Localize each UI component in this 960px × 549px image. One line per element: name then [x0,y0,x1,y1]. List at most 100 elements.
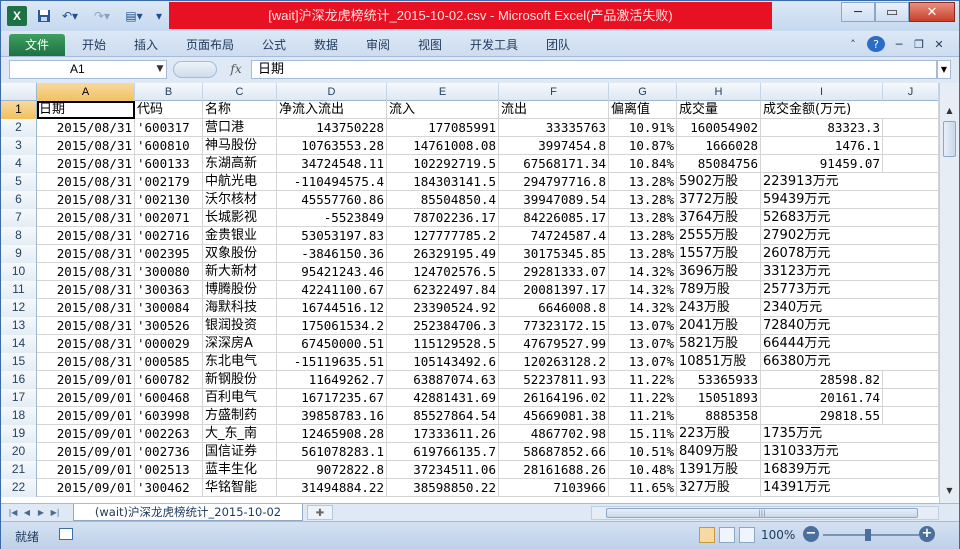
column-header-j[interactable]: J [883,83,939,101]
cell[interactable]: 63887074.63 [387,371,499,389]
cell[interactable]: 百利电气 [203,389,277,407]
cell[interactable]: 神马股份 [203,137,277,155]
cell[interactable]: 20161.74 [761,389,883,407]
cell[interactable]: 10.84% [609,155,677,173]
cell[interactable]: 45669081.38 [499,407,609,425]
cell[interactable]: 2015/09/01 [37,389,135,407]
cell[interactable]: 1666028 [677,137,761,155]
cell[interactable]: 2015/08/31 [37,317,135,335]
cell[interactable]: 11.22% [609,371,677,389]
cell[interactable]: 13.07% [609,317,677,335]
cell[interactable]: 42881431.69 [387,389,499,407]
cell[interactable]: 29281333.07 [499,263,609,281]
undo-icon[interactable]: ↶▾ [57,6,83,26]
customize-qat-icon[interactable]: ▾ [153,6,165,26]
cell[interactable] [883,353,939,371]
cell[interactable]: '002513 [135,461,203,479]
cell[interactable]: 11.65% [609,479,677,497]
row-header[interactable]: 13 [1,317,37,335]
column-header-a[interactable]: A [37,83,135,101]
cell[interactable]: 偏离值 [609,101,677,119]
cell[interactable]: 27902万元 [761,227,883,245]
cell[interactable]: 2015/09/01 [37,479,135,497]
cell[interactable]: 大_东_南 [203,425,277,443]
cell[interactable]: 4867702.98 [499,425,609,443]
cell[interactable]: 20081397.17 [499,281,609,299]
cell[interactable]: 13.07% [609,335,677,353]
workbook-restore-icon[interactable]: ❐ [911,36,927,52]
cell[interactable]: 蓝丰生化 [203,461,277,479]
cell[interactable]: 105143492.6 [387,353,499,371]
ribbon-collapse-icon[interactable]: ˄ [845,36,861,52]
cell[interactable]: 175061534.2 [277,317,387,335]
cell[interactable]: 31494884.22 [277,479,387,497]
formula-input[interactable]: 日期 [251,60,937,79]
cell[interactable]: 成交金额(万元) [761,101,883,119]
cell[interactable]: 流入 [387,101,499,119]
row-header[interactable]: 16 [1,371,37,389]
cell[interactable]: 53053197.83 [277,227,387,245]
column-header-d[interactable]: D [277,83,387,101]
column-header-i[interactable]: I [761,83,883,101]
cell[interactable]: 66380万元 [761,353,883,371]
cell[interactable]: 13.28% [609,191,677,209]
cell[interactable]: -5523849 [277,209,387,227]
excel-app-icon[interactable]: X [7,6,27,26]
cell[interactable]: 方盛制药 [203,407,277,425]
row-header[interactable]: 9 [1,245,37,263]
cell[interactable]: 84226085.17 [499,209,609,227]
cell[interactable]: 72840万元 [761,317,883,335]
cell[interactable]: 14.32% [609,299,677,317]
cell[interactable]: 10763553.28 [277,137,387,155]
cell[interactable]: '002736 [135,443,203,461]
row-header[interactable]: 4 [1,155,37,173]
first-sheet-icon[interactable]: |◀ [7,506,19,519]
cell[interactable]: '603998 [135,407,203,425]
cell[interactable]: 85084756 [677,155,761,173]
cell[interactable]: 银润投资 [203,317,277,335]
cell[interactable]: '002130 [135,191,203,209]
cell[interactable]: 新大新材 [203,263,277,281]
cell[interactable]: 2015/08/31 [37,335,135,353]
cell[interactable]: '600133 [135,155,203,173]
cell[interactable]: '600468 [135,389,203,407]
tab-home[interactable]: 开始 [73,34,115,56]
row-header[interactable]: 2 [1,119,37,137]
tab-view[interactable]: 视图 [409,34,451,56]
cell[interactable]: 26078万元 [761,245,883,263]
row-header[interactable]: 5 [1,173,37,191]
cell[interactable] [883,443,939,461]
cell[interactable]: 13.07% [609,353,677,371]
row-header[interactable]: 18 [1,407,37,425]
cell[interactable]: 1476.1 [761,137,883,155]
cell[interactable]: 243万股 [677,299,761,317]
cell[interactable]: 营口港 [203,119,277,137]
minimize-button[interactable]: ─ [841,2,875,22]
cell[interactable]: 33123万元 [761,263,883,281]
cell[interactable]: '600810 [135,137,203,155]
scroll-down-icon[interactable]: ▼ [942,483,957,499]
row-header[interactable]: 7 [1,209,37,227]
cell[interactable] [883,281,939,299]
cell[interactable]: 52237811.93 [499,371,609,389]
cell[interactable]: 85504850.4 [387,191,499,209]
cell[interactable] [883,101,939,119]
cell[interactable]: 10851万股 [677,353,761,371]
tab-review[interactable]: 审阅 [357,34,399,56]
cell[interactable]: '300084 [135,299,203,317]
cell[interactable]: 13.28% [609,209,677,227]
cell[interactable]: '002395 [135,245,203,263]
cell[interactable]: 95421243.46 [277,263,387,281]
cell[interactable]: 67450000.51 [277,335,387,353]
column-header-e[interactable]: E [387,83,499,101]
cell[interactable]: 127777785.2 [387,227,499,245]
cell[interactable]: 2015/08/31 [37,191,135,209]
cell[interactable]: 14391万元 [761,479,883,497]
cell[interactable]: 91459.07 [761,155,883,173]
cell[interactable]: 华铭智能 [203,479,277,497]
vertical-scrollbar[interactable]: ▲ ▼ [939,83,959,503]
cell[interactable]: 23390524.92 [387,299,499,317]
cell[interactable]: 327万股 [677,479,761,497]
save-icon[interactable] [35,6,53,26]
cell[interactable]: '000029 [135,335,203,353]
